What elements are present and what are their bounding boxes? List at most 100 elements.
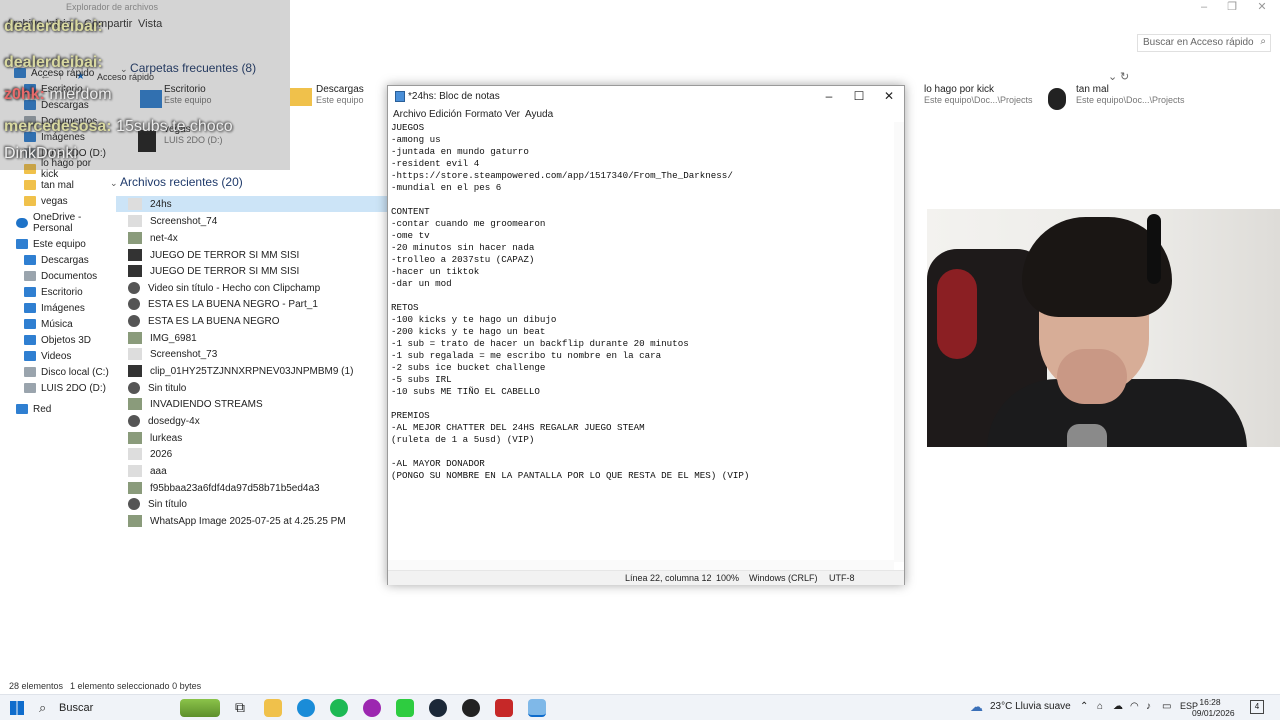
wifi-icon[interactable]: ◠ <box>1130 701 1139 712</box>
explorer-close-button[interactable]: ✕ <box>1244 0 1280 16</box>
menu-edicion[interactable]: Edición <box>429 109 462 120</box>
refresh-icon[interactable]: ↻ <box>1120 70 1129 83</box>
search-highlight-icon[interactable] <box>180 699 220 717</box>
chevron-down-icon[interactable]: ⌄ <box>1108 70 1117 83</box>
weather-text[interactable]: 23°C Lluvia suave <box>990 701 1071 712</box>
nav-item-onedrive[interactable]: OneDrive - Personal <box>16 212 110 234</box>
chevron-up-icon[interactable]: ⌃ <box>1080 701 1088 712</box>
nav-item-descargas-2[interactable]: Descargas <box>24 253 89 267</box>
list-item[interactable]: WhatsApp Image 2025-07-25 at 4.25.25 PM <box>128 513 388 529</box>
file-icon <box>1048 88 1066 110</box>
taskbar-search[interactable]: ⌕ Buscar <box>32 697 202 719</box>
list-item[interactable]: ESTA ES LA BUENA NEGRO - Part_1 <box>128 296 388 312</box>
list-item[interactable]: dosedgy-4x <box>128 413 388 429</box>
nav-item-red[interactable]: Red <box>16 402 51 416</box>
headphones <box>1147 214 1161 284</box>
minimize-button[interactable]: – <box>814 88 844 106</box>
media-file-icon <box>128 282 140 294</box>
menu-archivo[interactable]: Archivo <box>393 109 426 120</box>
onedrive-icon[interactable]: ☁ <box>1113 701 1123 712</box>
nav-item-videos[interactable]: Videos <box>24 349 71 363</box>
nav-item-vegas[interactable]: vegas <box>24 194 68 208</box>
nav-label: Este equipo <box>33 238 86 250</box>
nav-label: Objetos 3D <box>41 334 92 346</box>
notepad-taskbar-icon[interactable] <box>528 699 546 717</box>
list-item[interactable]: JUEGO DE TERROR SI MM SISI <box>128 247 388 263</box>
battery-icon[interactable]: ▭ <box>1162 701 1171 712</box>
nav-item-luis-2do-2[interactable]: LUIS 2DO (D:) <box>24 381 106 395</box>
list-item[interactable]: aaa <box>128 463 388 479</box>
search-placeholder: Buscar en Acceso rápido <box>1143 37 1254 48</box>
nav-item-escritorio-2[interactable]: Escritorio <box>24 285 83 299</box>
music-icon <box>24 319 36 329</box>
tile-name: lo hago por kick <box>924 84 995 95</box>
list-item[interactable]: net-4x <box>128 230 388 246</box>
clipchamp-icon[interactable] <box>363 699 381 717</box>
notepad-titlebar[interactable]: *24hs: Bloc de notas – ☐ ✕ <box>388 86 904 108</box>
folder-icon <box>24 287 36 297</box>
taskbar-search-label: Buscar <box>59 702 94 714</box>
cube-icon <box>24 335 36 345</box>
nav-item-disco-c[interactable]: Disco local (C:) <box>24 365 109 379</box>
list-item[interactable]: clip_01HY25TZJNNXRPNEV03JNPMBM9 (1) <box>128 363 388 379</box>
list-item[interactable]: Sin titulo <box>128 380 388 396</box>
media-file-icon <box>128 315 140 327</box>
list-item[interactable]: IMG_6981 <box>128 330 388 346</box>
media-file-icon <box>128 498 140 510</box>
menu-ver[interactable]: Ver <box>505 109 520 120</box>
list-item[interactable]: Screenshot_74 <box>128 213 388 229</box>
chat-message: dealerdeibai: <box>4 18 103 36</box>
search-input[interactable]: Buscar en Acceso rápido ⌕ <box>1137 34 1271 52</box>
clock[interactable]: 16:28 09/01/2026 <box>1192 697 1235 719</box>
microphone <box>1067 424 1107 447</box>
media-file-icon <box>128 415 140 427</box>
tile-name: tan mal <box>1076 84 1109 95</box>
download-icon <box>290 88 312 106</box>
horizontal-scrollbar[interactable] <box>388 560 894 570</box>
spotify-icon[interactable] <box>330 699 348 717</box>
menu-formato[interactable]: Formato <box>465 109 502 120</box>
nav-item-imagenes-2[interactable]: Imágenes <box>24 301 85 315</box>
task-view-icon[interactable]: ⧉ <box>231 699 249 717</box>
list-item[interactable]: Screenshot_73 <box>128 346 388 362</box>
notifications-icon[interactable]: 4 <box>1250 700 1264 714</box>
network-icon <box>16 404 28 414</box>
nav-item-musica[interactable]: Música <box>24 317 73 331</box>
gaming-chair-accent <box>937 269 977 359</box>
obs-icon[interactable] <box>462 699 480 717</box>
list-item[interactable]: f95bbaa23a6fdf4da97d58b71b5ed4a3 <box>128 480 388 496</box>
network-icon[interactable]: ⌂ <box>1097 701 1103 712</box>
file-explorer-icon[interactable] <box>264 699 282 717</box>
nav-item-este-equipo[interactable]: Este equipo <box>16 237 86 251</box>
voice-app-icon[interactable] <box>495 699 513 717</box>
notepad-text-area[interactable]: JUEGOS -among us -juntada en mundo gatur… <box>391 122 894 562</box>
list-item[interactable]: lurkeas <box>128 430 388 446</box>
maximize-button[interactable]: ☐ <box>844 88 874 106</box>
video-file-icon <box>128 249 142 261</box>
vertical-scrollbar[interactable] <box>894 122 904 562</box>
list-item[interactable]: Video sin título - Hecho con Clipchamp <box>128 280 388 296</box>
nav-item-documentos-2[interactable]: Documentos <box>24 269 97 283</box>
nav-item-objetos-3d[interactable]: Objetos 3D <box>24 333 91 347</box>
list-item[interactable]: ESTA ES LA BUENA NEGRO <box>128 313 388 329</box>
list-item[interactable]: INVADIENDO STREAMS <box>128 396 388 412</box>
list-item[interactable]: 2026 <box>128 446 388 462</box>
list-item[interactable]: Sin título <box>128 496 388 512</box>
menu-ayuda[interactable]: Ayuda <box>525 109 553 120</box>
windows-start-icon[interactable] <box>10 701 24 715</box>
encoding: UTF-8 <box>829 573 855 583</box>
volume-icon[interactable]: ♪ <box>1146 701 1151 712</box>
tile-name: Descargas <box>316 84 364 95</box>
kick-icon[interactable] <box>396 699 414 717</box>
edge-icon[interactable] <box>297 699 315 717</box>
steam-icon[interactable] <box>429 699 447 717</box>
close-button[interactable]: ✕ <box>874 88 904 106</box>
list-item[interactable]: 24hs <box>116 196 391 212</box>
image-file-icon <box>128 215 142 227</box>
recent-files-header[interactable]: ⌄ Archivos recientes (20) <box>110 175 243 189</box>
nav-item-tan-mal[interactable]: tan mal <box>24 178 74 192</box>
chat-message: mercedesosa: 15subs te choco <box>4 118 233 136</box>
file-name: Screenshot_73 <box>150 348 218 360</box>
text-file-icon <box>128 465 142 477</box>
list-item[interactable]: JUEGO DE TERROR SI MM SISI <box>128 263 388 279</box>
